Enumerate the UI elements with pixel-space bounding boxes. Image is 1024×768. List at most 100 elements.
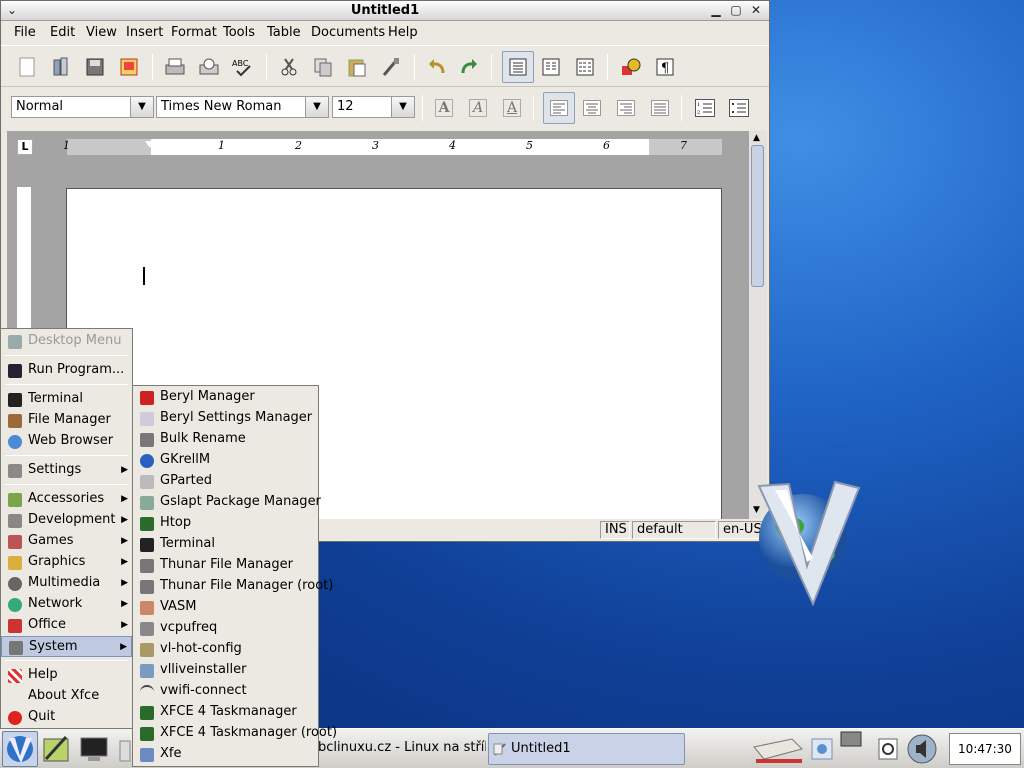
menu-table[interactable]: Table: [267, 25, 301, 40]
menu-item-about-xfce[interactable]: About Xfce: [1, 686, 132, 707]
menu-item-gslapt[interactable]: Gslapt Package Manager: [133, 492, 321, 513]
menu-insert[interactable]: Insert: [126, 25, 163, 40]
menu-help[interactable]: Help: [388, 25, 418, 40]
style-dropdown-icon[interactable]: ▼: [130, 96, 154, 118]
cut-icon[interactable]: [275, 53, 303, 81]
style-combo[interactable]: Normal: [11, 96, 131, 118]
underline-button[interactable]: A: [499, 95, 525, 121]
workspace-switcher[interactable]: [840, 731, 864, 749]
task-browser[interactable]: bclinuxu.cz - Linux na stříbr...: [318, 733, 486, 765]
show-formatting-icon[interactable]: ¶: [651, 53, 679, 81]
menu-item-file-manager[interactable]: File Manager: [1, 410, 132, 431]
save-icon[interactable]: [81, 53, 109, 81]
menu-item-beryl-manager[interactable]: Beryl Manager: [133, 387, 318, 408]
launcher-icon[interactable]: [116, 733, 132, 765]
align-left-icon[interactable]: [543, 92, 575, 124]
menu-item-web-browser[interactable]: Web Browser: [1, 431, 132, 452]
menu-file[interactable]: File: [14, 25, 36, 40]
menu-item-vcpufreq[interactable]: vcpufreq: [133, 618, 318, 639]
italic-button[interactable]: A: [465, 95, 491, 121]
terminal-launcher-icon[interactable]: [78, 733, 110, 765]
menu-item-vasm[interactable]: VASM: [133, 597, 318, 618]
print-icon[interactable]: [161, 53, 189, 81]
normal-layout-icon[interactable]: [502, 51, 534, 83]
menu-item-run-program[interactable]: Run Program...: [1, 360, 132, 381]
menu-item-vl-hot-config[interactable]: vl-hot-config: [133, 639, 318, 660]
menu-item-system[interactable]: System ▶: [1, 636, 132, 657]
spellcheck-icon[interactable]: ABC: [229, 53, 257, 81]
menu-item-network[interactable]: Network ▶: [1, 594, 132, 615]
menu-item-graphics[interactable]: Graphics ▶: [1, 552, 132, 573]
export-pdf-icon[interactable]: [115, 53, 143, 81]
menu-item-settings[interactable]: Settings ▶: [1, 460, 132, 481]
menu-item-vlliveinstaller[interactable]: vlliveinstaller: [133, 660, 318, 681]
menu-item-help[interactable]: Help: [1, 665, 132, 686]
tab-type-selector[interactable]: L: [17, 139, 33, 155]
paste-icon[interactable]: [343, 53, 371, 81]
vertical-scrollbar[interactable]: ▲ ▼: [749, 131, 767, 519]
align-right-icon[interactable]: [613, 95, 639, 121]
redo-icon[interactable]: [455, 53, 483, 81]
menu-view[interactable]: View: [86, 25, 117, 40]
scroll-thumb[interactable]: [751, 145, 764, 287]
font-combo[interactable]: Times New Roman: [156, 96, 306, 118]
text-editor-launcher-icon[interactable]: [40, 733, 72, 765]
justify-icon[interactable]: [647, 95, 673, 121]
print-preview-icon[interactable]: [195, 53, 223, 81]
size-combo[interactable]: 12: [332, 96, 392, 118]
volume-icon[interactable]: [906, 733, 938, 765]
menu-item-multimedia[interactable]: Multimedia ▶: [1, 573, 132, 594]
power-icon[interactable]: [876, 735, 900, 763]
close-icon[interactable]: ✕: [748, 3, 764, 18]
menu-item-xfe[interactable]: Xfe: [133, 744, 318, 765]
menu-documents[interactable]: Documents: [311, 25, 385, 40]
insert-mode[interactable]: INS: [600, 521, 630, 539]
undo-icon[interactable]: [423, 53, 451, 81]
menu-item-games[interactable]: Games ▶: [1, 531, 132, 552]
menu-tools[interactable]: Tools: [223, 25, 255, 40]
menu-item-development[interactable]: Development ▶: [1, 510, 132, 531]
copy-icon[interactable]: [309, 53, 337, 81]
task-untitled1[interactable]: Untitled1: [488, 733, 685, 765]
menu-item-beryl-settings-manager[interactable]: Beryl Settings Manager: [133, 408, 318, 429]
align-center-icon[interactable]: [579, 95, 605, 121]
menu-item-xfce-taskmanager[interactable]: XFCE 4 Taskmanager: [133, 702, 318, 723]
menu-item-gkrellm[interactable]: GKrellM: [133, 450, 318, 471]
title-bar[interactable]: ⌄ Untitled1 ▁ ▢ ✕: [1, 1, 769, 21]
menu-item-quit[interactable]: Quit: [1, 707, 132, 728]
menu-item-bulk-rename[interactable]: Bulk Rename: [133, 429, 318, 450]
menu-item-thunar-root[interactable]: Thunar File Manager (root): [133, 576, 333, 597]
new-document-icon[interactable]: [13, 53, 41, 81]
scroll-up-icon[interactable]: ▲: [753, 133, 760, 143]
page-style[interactable]: default: [632, 521, 716, 539]
menu-item-htop[interactable]: Htop: [133, 513, 318, 534]
update-notifier-icon[interactable]: [808, 733, 838, 765]
menu-item-office[interactable]: Office ▶: [1, 615, 132, 636]
bold-button[interactable]: A: [431, 95, 457, 121]
network-card-icon[interactable]: [752, 733, 804, 765]
insert-image-icon[interactable]: [617, 53, 645, 81]
start-menu-button[interactable]: [2, 731, 38, 767]
menu-item-terminal[interactable]: Terminal: [1, 389, 132, 410]
indent-marker-icon[interactable]: [145, 141, 155, 148]
bullet-list-icon[interactable]: [726, 95, 752, 121]
web-layout-icon[interactable]: [537, 53, 565, 81]
minimize-icon[interactable]: ▁: [708, 3, 724, 18]
font-dropdown-icon[interactable]: ▼: [305, 96, 329, 118]
maximize-icon[interactable]: ▢: [728, 3, 744, 18]
numbered-list-icon[interactable]: 12: [692, 95, 718, 121]
size-dropdown-icon[interactable]: ▼: [391, 96, 415, 118]
menu-item-vwifi-connect[interactable]: vwifi-connect: [133, 681, 318, 702]
menu-edit[interactable]: Edit: [50, 25, 75, 40]
clock[interactable]: 10:47:30 PM: [949, 733, 1021, 765]
open-icon[interactable]: [47, 53, 75, 81]
menu-item-thunar[interactable]: Thunar File Manager: [133, 555, 318, 576]
menu-item-xfce-taskmanager-root[interactable]: XFCE 4 Taskmanager (root): [133, 723, 337, 744]
page-layout-icon[interactable]: [571, 53, 599, 81]
menu-item-terminal[interactable]: Terminal: [133, 534, 318, 555]
menu-item-accessories[interactable]: Accessories ▶: [1, 489, 132, 510]
horizontal-ruler[interactable]: 1 1 2 3 4 5 6 7: [63, 139, 722, 155]
menu-item-gparted[interactable]: GParted: [133, 471, 318, 492]
format-painter-icon[interactable]: [377, 53, 405, 81]
menu-format[interactable]: Format: [171, 25, 217, 40]
